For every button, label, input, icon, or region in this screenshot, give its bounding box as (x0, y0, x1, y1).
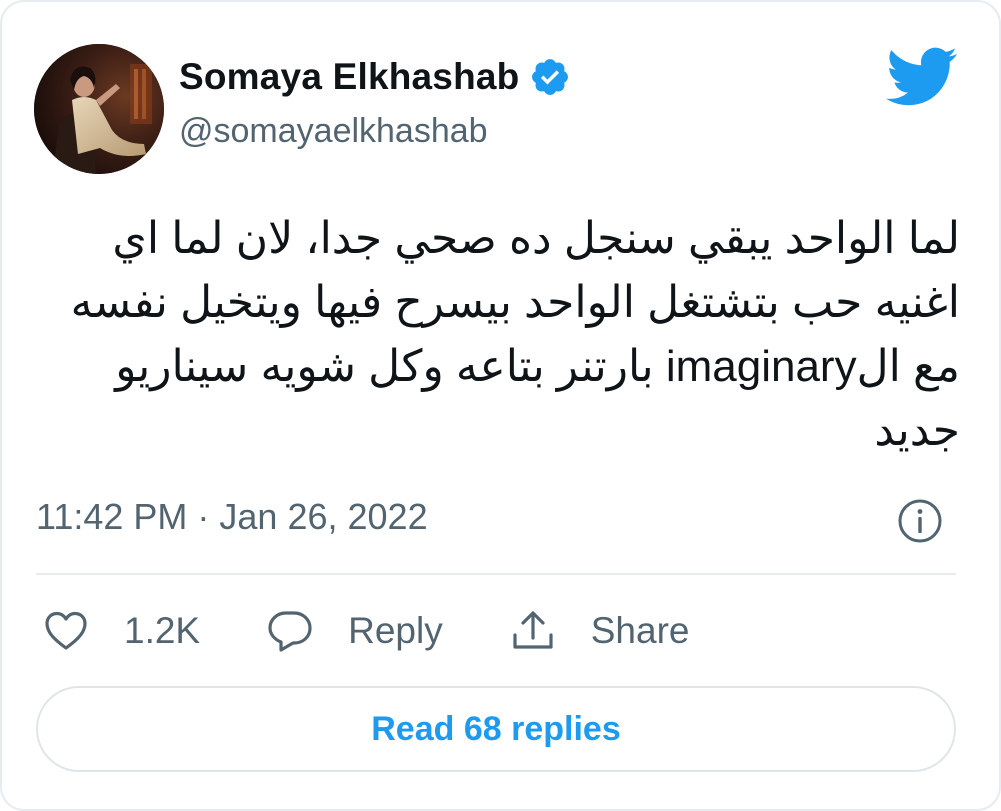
read-replies-button[interactable]: Read 68 replies (36, 686, 956, 772)
name-row: Somaya Elkhashab (179, 54, 571, 100)
like-count: 1.2K (124, 610, 201, 651)
info-icon[interactable] (896, 497, 944, 545)
like-button[interactable]: 1.2K (42, 607, 200, 655)
display-name[interactable]: Somaya Elkhashab (179, 56, 519, 98)
share-label: Share (590, 610, 690, 651)
tweet-text: لما الواحد يبقي سنجل ده صحي جدا، لان لما… (70, 214, 960, 455)
avatar[interactable] (34, 44, 164, 174)
reply-label: Reply (348, 610, 443, 651)
tweet-card: Somaya Elkhashab @somayaelkhashab لما ال… (0, 0, 1001, 811)
reply-button[interactable]: Reply (266, 607, 443, 655)
divider (36, 573, 956, 575)
share-button[interactable]: Share (509, 607, 690, 655)
twitter-bird-icon[interactable] (886, 47, 958, 107)
tweet-actions: 1.2K Reply Share (42, 602, 755, 660)
user-handle[interactable]: @somayaelkhashab (179, 112, 488, 151)
heart-icon (42, 607, 90, 655)
share-upload-icon (509, 607, 557, 655)
tweet-timestamp[interactable]: 11:42 PM · Jan 26, 2022 (36, 496, 428, 538)
speech-bubble-icon (266, 607, 314, 655)
profile-photo (34, 44, 164, 174)
verified-badge-icon (529, 56, 571, 98)
